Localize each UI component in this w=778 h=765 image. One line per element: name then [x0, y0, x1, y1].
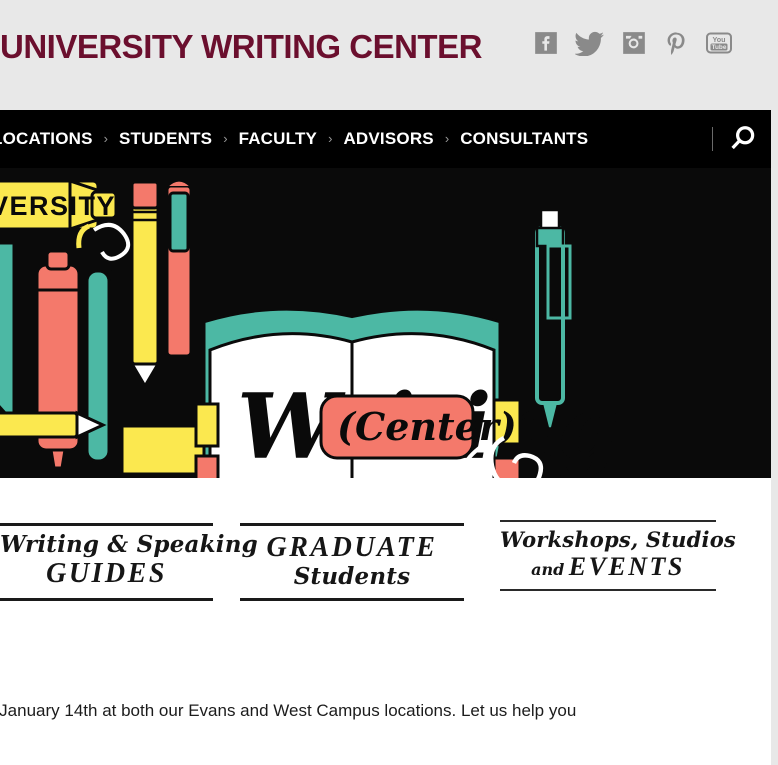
intro-paragraph: rs on Monday, January 14th at both our E… [0, 701, 577, 720]
hero-university-text: UNIVERSITY [0, 191, 116, 221]
nav-separator: › [444, 130, 450, 146]
promo-script-line: Workshops, Studios [500, 527, 736, 552]
facebook-icon[interactable] [533, 30, 559, 56]
nav-item-faculty[interactable]: FACULTY [239, 129, 318, 149]
pinterest-icon[interactable] [663, 30, 689, 56]
hero-illustration: UNIVERSITY [0, 168, 771, 478]
svg-text:Tube: Tube [712, 44, 727, 51]
main-content: rs on Monday, January 14th at both our E… [0, 698, 771, 738]
promo-script-line: Writing & Speaking [0, 531, 258, 558]
site-header: UNIVERSITY WRITING CENTER You Tube [0, 0, 771, 110]
nav-items: LOCATIONS › STUDENTS › FACULTY › ADVISOR… [0, 110, 588, 168]
nav-separator: › [103, 130, 108, 146]
nav-item-locations[interactable]: LOCATIONS [0, 129, 93, 149]
nav-item-students[interactable]: STUDENTS [119, 129, 212, 149]
hero-banner[interactable]: UNIVERSITY [0, 168, 771, 478]
nav-divider [712, 127, 713, 151]
promo-caps-line: GUIDES [46, 557, 167, 589]
promo-card-workshops-events[interactable]: Workshops, Studios and EVENTS [500, 520, 736, 592]
youtube-icon[interactable]: You Tube [705, 30, 733, 56]
nav-separator: › [223, 130, 228, 146]
nav-item-consultants[interactable]: CONSULTANTS [460, 129, 588, 149]
promo-rule-bottom [240, 597, 464, 601]
page-container: UNIVERSITY WRITING CENTER You Tube LOCAT… [0, 0, 778, 765]
promo-rule-bottom [0, 597, 213, 601]
promo-cards: Writing & Speaking GUIDES GRADUATE Stude… [0, 478, 771, 643]
twitter-icon[interactable] [575, 30, 605, 56]
promo-card-body: Workshops, Studios and EVENTS [500, 522, 736, 585]
promo-caps-line: GRADUATE [266, 532, 438, 563]
promo-rule-bottom [500, 589, 716, 592]
search-button[interactable] [727, 124, 757, 154]
promo-small-word: and [531, 559, 565, 579]
hero-center-text: (Center) [337, 404, 517, 449]
svg-text:You: You [712, 35, 725, 44]
main-navigation: LOCATIONS › STUDENTS › FACULTY › ADVISOR… [0, 110, 771, 168]
promo-card-body: GRADUATE Students [240, 526, 464, 594]
instagram-icon[interactable] [621, 30, 647, 56]
search-icon [731, 126, 755, 150]
nav-separator: › [328, 130, 333, 146]
promo-script-line: Students [293, 563, 411, 591]
nav-right-group [712, 110, 757, 168]
page-title: UNIVERSITY WRITING CENTER [0, 28, 482, 65]
social-links: You Tube [533, 30, 733, 56]
promo-caps-line: EVENTS [568, 551, 685, 581]
promo-card-body: Writing & Speaking GUIDES [0, 526, 258, 594]
promo-card-guides[interactable]: Writing & Speaking GUIDES [0, 523, 258, 601]
page-gutter [771, 0, 778, 765]
promo-mixed-line: and EVENTS [500, 552, 716, 582]
nav-item-advisors[interactable]: ADVISORS [343, 129, 433, 149]
promo-card-graduate-students[interactable]: GRADUATE Students [240, 523, 464, 601]
